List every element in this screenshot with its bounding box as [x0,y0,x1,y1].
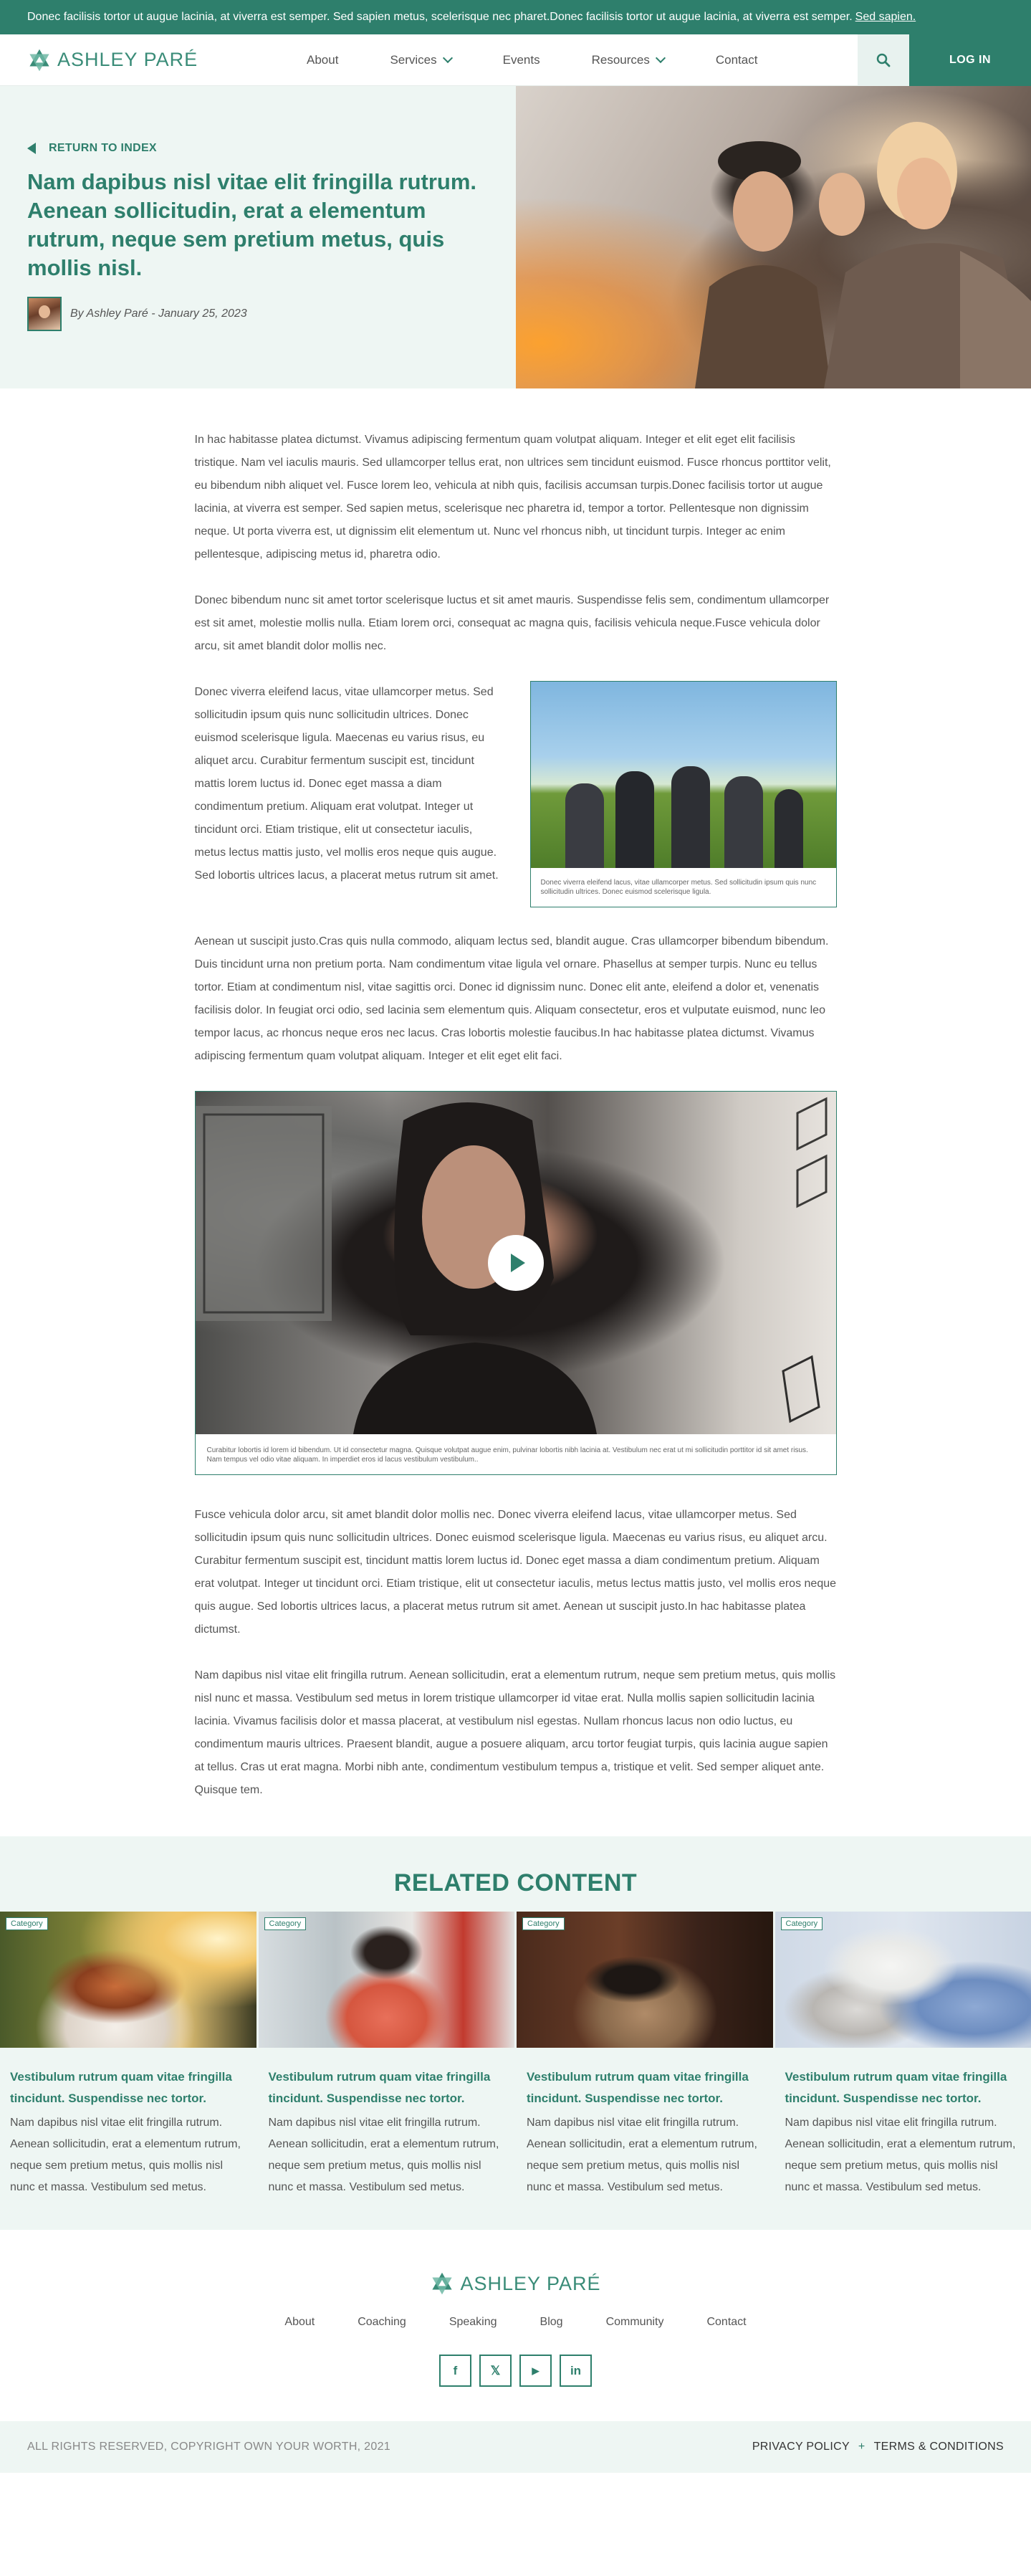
nav-contact[interactable]: Contact [716,53,758,67]
category-badge[interactable]: Category [522,1917,565,1930]
back-arrow-icon [27,143,36,154]
nav-resources[interactable]: Resources [591,52,666,67]
footer-logo[interactable]: ASHLEY PARÉ [0,2271,1031,2296]
figure-image [530,682,836,868]
nav-contact-label: Contact [715,52,758,67]
byline-text: By Ashley Paré - January 25, 2023 [70,307,247,320]
nav-about[interactable]: About [307,53,338,67]
card-image: Category [258,1912,514,2048]
logo[interactable]: ASHLEY PARÉ [0,48,279,72]
card-image: Category [0,1912,256,2048]
article-paragraph: Donec viverra eleifend lacus, vitae ulla… [194,686,499,882]
logo-star-icon [432,2272,453,2295]
login-button[interactable]: LOG IN [909,34,1031,86]
video-screen[interactable] [195,1092,836,1434]
page-title: Nam dapibus nisl vitae elit fringilla ru… [27,169,477,280]
play-icon [510,1254,525,1272]
card-image: Category [517,1912,773,2048]
text-with-figure: Donec viverra eleifend lacus, vitae ulla… [195,681,837,907]
search-icon [876,53,891,67]
return-to-index-link[interactable]: RETURN TO INDEX [27,142,489,155]
related-cards: Category Vestibulum rutrum quam vitae fr… [0,1912,1031,2198]
site-footer: ASHLEY PARÉ About Coaching Speaking Blog… [0,2230,1031,2421]
facebook-icon[interactable]: f [439,2355,471,2387]
card-image: Category [775,1912,1031,2048]
footer-link-coaching[interactable]: Coaching [358,2316,406,2329]
youtube-icon[interactable]: ▶ [519,2355,552,2387]
site-header: ASHLEY PARÉ About Services Events Resour… [0,34,1031,86]
footer-link-blog[interactable]: Blog [540,2316,563,2329]
legal-separator: + [858,2441,865,2453]
category-badge[interactable]: Category [6,1917,48,1930]
bottom-bar: ALL RIGHTS RESERVED, COPYRIGHT OWN YOUR … [0,2421,1031,2473]
nav-services[interactable]: Services [390,52,453,67]
hero-image [516,86,1031,388]
card-title[interactable]: Vestibulum rutrum quam vitae fringilla t… [785,2066,1022,2109]
x-icon[interactable]: 𝕏 [479,2355,512,2387]
card-title[interactable]: Vestibulum rutrum quam vitae fringilla t… [527,2066,763,2109]
card-body: Vestibulum rutrum quam vitae fringilla t… [517,2048,773,2198]
search-button[interactable] [858,34,909,86]
card-text: Nam dapibus nisl vitae elit fringilla ru… [527,2117,757,2193]
card-text: Nam dapibus nisl vitae elit fringilla ru… [268,2117,499,2193]
article-paragraph: Fusce vehicula dolor arcu, sit amet blan… [194,1509,837,1636]
article-paragraph: Donec bibendum nunc sit amet tortor scel… [194,594,830,652]
related-card[interactable]: Category Vestibulum rutrum quam vitae fr… [258,1912,515,2198]
article-body: In hac habitasse platea dictumst. Vivamu… [194,388,837,1802]
terms-link[interactable]: TERMS & CONDITIONS [874,2441,1004,2453]
hero: RETURN TO INDEX Nam dapibus nisl vitae e… [0,86,1031,388]
card-body: Vestibulum rutrum quam vitae fringilla t… [259,2048,515,2198]
video-caption: Curabitur lobortis id lorem id bibendum.… [206,1446,808,1464]
article-paragraph: Aenean ut suscipit justo.Cras quis nulla… [194,935,829,1062]
privacy-policy-link[interactable]: PRIVACY POLICY [752,2441,850,2453]
nav-about-label: About [307,52,339,67]
category-badge[interactable]: Category [264,1917,307,1930]
nav-events[interactable]: Events [503,53,540,67]
author-avatar [27,297,62,331]
copyright: ALL RIGHTS RESERVED, COPYRIGHT OWN YOUR … [27,2441,390,2453]
related-card[interactable]: Category Vestibulum rutrum quam vitae fr… [775,1912,1031,2198]
category-badge[interactable]: Category [780,1917,823,1930]
announcement-bar: Donec facilisis tortor ut augue lacinia,… [0,0,1031,34]
card-body: Vestibulum rutrum quam vitae fringilla t… [775,2048,1031,2198]
footer-link-contact[interactable]: Contact [706,2316,746,2329]
figure-caption: Donec viverra eleifend lacus, vitae ulla… [540,879,817,896]
card-title[interactable]: Vestibulum rutrum quam vitae fringilla t… [269,2066,505,2109]
article-paragraph: In hac habitasse platea dictumst. Vivamu… [194,434,831,560]
card-title[interactable]: Vestibulum rutrum quam vitae fringilla t… [10,2066,246,2109]
social-links: f 𝕏 ▶ in [0,2355,1031,2387]
article-paragraph: Nam dapibus nisl vitae elit fringilla ru… [194,1669,836,1796]
nav-resources-label: Resources [591,52,650,67]
card-text: Nam dapibus nisl vitae elit fringilla ru… [10,2117,241,2193]
footer-link-about[interactable]: About [284,2316,315,2329]
logo-star-icon [29,49,49,71]
video-player: Curabitur lobortis id lorem id bibendum.… [194,1091,837,1475]
hero-text: RETURN TO INDEX Nam dapibus nisl vitae e… [0,86,516,388]
logo-text: ASHLEY PARÉ [57,49,198,70]
announcement-text: Donec facilisis tortor ut augue lacinia,… [27,11,853,23]
footer-link-community[interactable]: Community [606,2316,664,2329]
article-figure: Donec viverra eleifend lacus, vitae ulla… [529,681,837,907]
chevron-down-icon [442,52,453,64]
announcement-link[interactable]: Sed sapien. [855,11,916,24]
related-content: RELATED CONTENT Category Vestibulum rutr… [0,1836,1031,2230]
byline: By Ashley Paré - January 25, 2023 [27,297,489,331]
main-nav: About Services Events Resources Contact [307,53,809,67]
related-card[interactable]: Category Vestibulum rutrum quam vitae fr… [0,1912,256,2198]
nav-events-label: Events [502,52,540,67]
play-button[interactable] [487,1235,544,1291]
related-card[interactable]: Category Vestibulum rutrum quam vitae fr… [517,1912,773,2198]
card-text: Nam dapibus nisl vitae elit fringilla ru… [785,2117,1016,2193]
card-body: Vestibulum rutrum quam vitae fringilla t… [0,2048,256,2198]
chevron-down-icon [655,52,666,64]
related-heading: RELATED CONTENT [393,1869,638,1897]
return-to-index-label: RETURN TO INDEX [49,142,157,154]
legal-links: PRIVACY POLICY + TERMS & CONDITIONS [752,2441,1004,2453]
logo-text: ASHLEY PARÉ [460,2272,601,2294]
footer-nav: About Coaching Speaking Blog Community C… [0,2316,1031,2329]
linkedin-icon[interactable]: in [560,2355,592,2387]
footer-link-speaking[interactable]: Speaking [449,2316,497,2329]
nav-services-label: Services [390,52,437,67]
